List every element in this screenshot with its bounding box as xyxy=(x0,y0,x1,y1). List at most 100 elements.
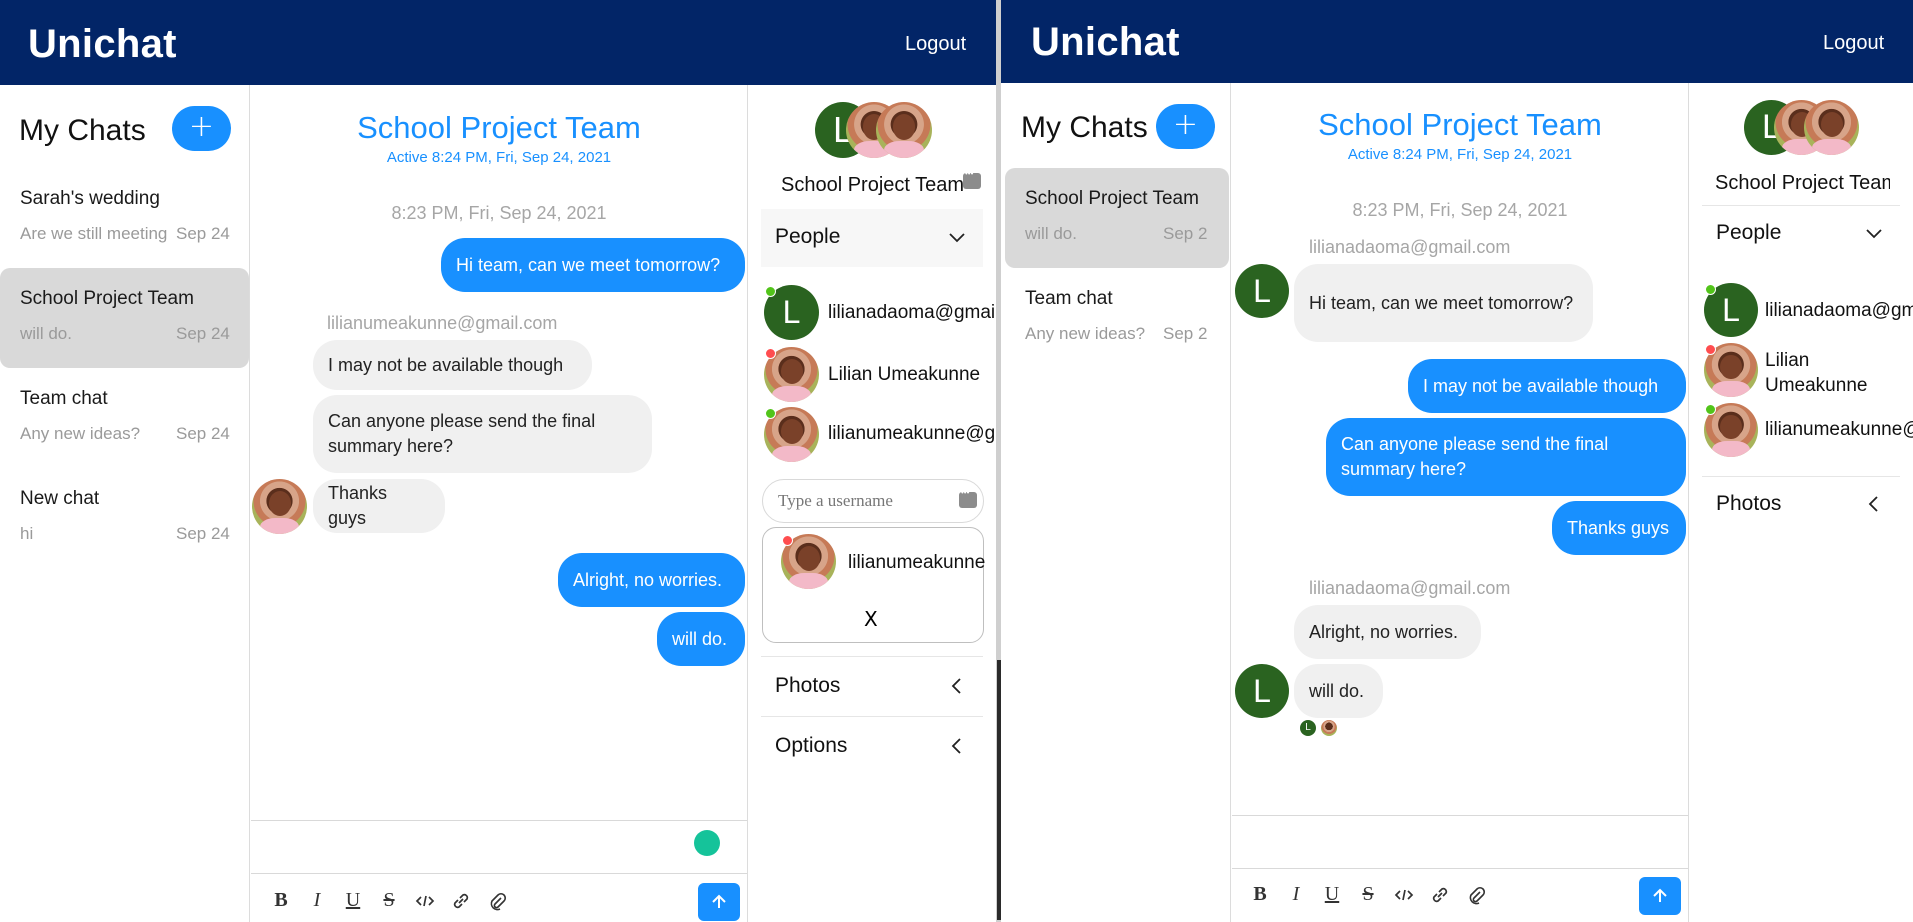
bold-button[interactable]: B xyxy=(263,885,299,915)
send-button[interactable] xyxy=(1639,877,1681,915)
message-bubble-out: Can anyone please send the final summary… xyxy=(1326,418,1686,496)
divider xyxy=(761,656,983,657)
chat-preview: Are we still meeting xyxy=(20,224,168,243)
offline-status-dot xyxy=(1705,344,1716,355)
chat-title: Team chat xyxy=(1025,288,1113,309)
new-chat-button[interactable]: + xyxy=(1156,104,1215,149)
grammarly-icon[interactable] xyxy=(694,830,720,856)
person-name[interactable]: lilianadaoma@gmail.com xyxy=(1765,300,1913,322)
message-timestamp: 8:23 PM, Fri, Sep 24, 2021 xyxy=(391,203,607,223)
photos-label: Photos xyxy=(775,674,841,697)
chat-feed: School Project Team Active 8:24 PM, Fri,… xyxy=(251,85,747,922)
options-section-toggle[interactable]: Options xyxy=(761,718,983,776)
person-name[interactable]: lilianumeakunne@gmail.com xyxy=(1765,419,1913,441)
close-icon[interactable]: X xyxy=(864,607,878,631)
chevron-down-icon xyxy=(1866,229,1882,239)
link-icon[interactable] xyxy=(1422,879,1458,909)
chat-date: Sep 24 xyxy=(176,524,230,543)
username-result-card[interactable]: lilianumeakunne X xyxy=(762,527,985,643)
chat-date: Sep 24 xyxy=(1163,224,1207,243)
chat-list-item-active[interactable]: School Project Team will do. Sep 24 xyxy=(0,268,249,368)
message-sender: lilianadaoma@gmail.com xyxy=(1309,237,1511,257)
formatting-toolbar: B I U S xyxy=(1242,879,1494,909)
bold-button[interactable]: B xyxy=(1242,879,1278,909)
message-bubble-in: will do. xyxy=(1294,664,1383,718)
chat-preview: hi xyxy=(20,524,34,543)
chat-preview: will do. xyxy=(20,324,72,343)
chat-title: Sarah's wedding xyxy=(20,188,160,209)
people-section-toggle[interactable]: People xyxy=(1702,205,1900,263)
chat-list-item-active[interactable]: School Project Team will do. Sep 24 xyxy=(1005,168,1229,268)
chat-list-pane: My Chats + School Project Team will do. … xyxy=(1001,83,1231,922)
underline-button[interactable]: U xyxy=(335,885,371,915)
person-name[interactable]: lilianumeakunne@gmail.com xyxy=(828,423,996,445)
app-header: Unichat Logout xyxy=(0,0,996,85)
message-bubble-in: Hi team, can we meet tomorrow? xyxy=(1294,264,1593,342)
more-icon[interactable] xyxy=(959,488,977,508)
message-input[interactable] xyxy=(251,820,747,874)
chat-title: Team chat xyxy=(20,388,108,409)
settings-chat-title: School Project Team xyxy=(1715,172,1890,194)
logout-link[interactable]: Logout xyxy=(1823,32,1884,55)
chat-title: New chat xyxy=(20,488,100,509)
chat-date: Sep 24 xyxy=(1163,324,1207,343)
attachment-icon[interactable] xyxy=(479,885,515,915)
chat-list-item[interactable]: Sarah's wedding Are we still meeting Sep… xyxy=(0,168,249,268)
username-input[interactable]: Type a username xyxy=(762,479,984,523)
sender-avatar: L xyxy=(1235,664,1289,718)
group-avatar xyxy=(1804,100,1859,155)
underline-button[interactable]: U xyxy=(1314,879,1350,909)
chat-list-pane: My Chats + Sarah's wedding Are we still … xyxy=(0,85,250,922)
chat-feed: School Project Team Active 8:24 PM, Fri,… xyxy=(1232,83,1688,922)
chat-preview: Any new ideas? xyxy=(20,424,141,443)
online-status-dot xyxy=(765,286,776,297)
chat-list-item[interactable]: Team chat Any new ideas? Sep 24 xyxy=(1005,268,1229,368)
chat-title: School Project Team xyxy=(20,288,194,309)
search-result-name[interactable]: lilianumeakunne xyxy=(848,552,985,574)
sender-avatar xyxy=(252,479,307,534)
code-icon[interactable] xyxy=(1386,879,1422,909)
chat-preview: Any new ideas? xyxy=(1025,324,1146,343)
chevron-down-icon xyxy=(949,233,965,243)
strikethrough-button[interactable]: S xyxy=(371,885,407,915)
strikethrough-button[interactable]: S xyxy=(1350,879,1386,909)
people-section-toggle[interactable]: People xyxy=(761,209,983,267)
chat-feed-title: School Project Team xyxy=(1318,107,1602,142)
chevron-left-icon xyxy=(1868,496,1878,512)
person-name[interactable]: lilianadaoma@gmail.com xyxy=(828,302,996,324)
link-icon[interactable] xyxy=(443,885,479,915)
more-icon[interactable] xyxy=(963,169,981,189)
offline-status-dot xyxy=(782,535,793,546)
photos-section-toggle[interactable]: Photos xyxy=(1702,476,1900,534)
message-bubble-in: Alright, no worries. xyxy=(1294,605,1481,659)
attachment-icon[interactable] xyxy=(1458,879,1494,909)
group-avatar xyxy=(876,102,932,158)
chat-date: Sep 24 xyxy=(176,224,230,243)
people-label: People xyxy=(775,225,841,248)
message-timestamp: 8:23 PM, Fri, Sep 24, 2021 xyxy=(1352,200,1568,220)
online-status-dot xyxy=(1705,284,1716,295)
online-status-dot xyxy=(1705,404,1716,415)
message-sender: lilianadaoma@gmail.com xyxy=(1309,578,1511,598)
code-icon[interactable] xyxy=(407,885,443,915)
chat-date: Sep 24 xyxy=(176,424,230,443)
chat-settings-pane: L School Project Team People L lilianada… xyxy=(1688,83,1913,922)
new-chat-button[interactable]: + xyxy=(172,106,231,151)
italic-button[interactable]: I xyxy=(299,885,335,915)
sender-avatar: L xyxy=(1235,264,1289,318)
read-receipt-avatar xyxy=(1321,720,1337,736)
options-label: Options xyxy=(775,734,848,757)
message-input[interactable] xyxy=(1232,815,1688,869)
chat-list-item[interactable]: Team chat Any new ideas? Sep 24 xyxy=(0,368,249,468)
person-name[interactable]: Lilian Umeakunne xyxy=(1765,348,1875,398)
left-window: Unichat Logout My Chats + Sarah's weddin… xyxy=(0,0,996,922)
person-name[interactable]: Lilian Umeakunne xyxy=(828,364,980,386)
message-bubble-out: Hi team, can we meet tomorrow? xyxy=(441,238,745,292)
arrow-up-icon xyxy=(1653,888,1667,902)
photos-section-toggle[interactable]: Photos xyxy=(761,658,983,716)
my-chats-heading: My Chats xyxy=(19,114,146,147)
chat-list-item[interactable]: New chat hi Sep 24 xyxy=(0,468,249,568)
logout-link[interactable]: Logout xyxy=(905,33,966,56)
italic-button[interactable]: I xyxy=(1278,879,1314,909)
send-button[interactable] xyxy=(698,883,740,921)
